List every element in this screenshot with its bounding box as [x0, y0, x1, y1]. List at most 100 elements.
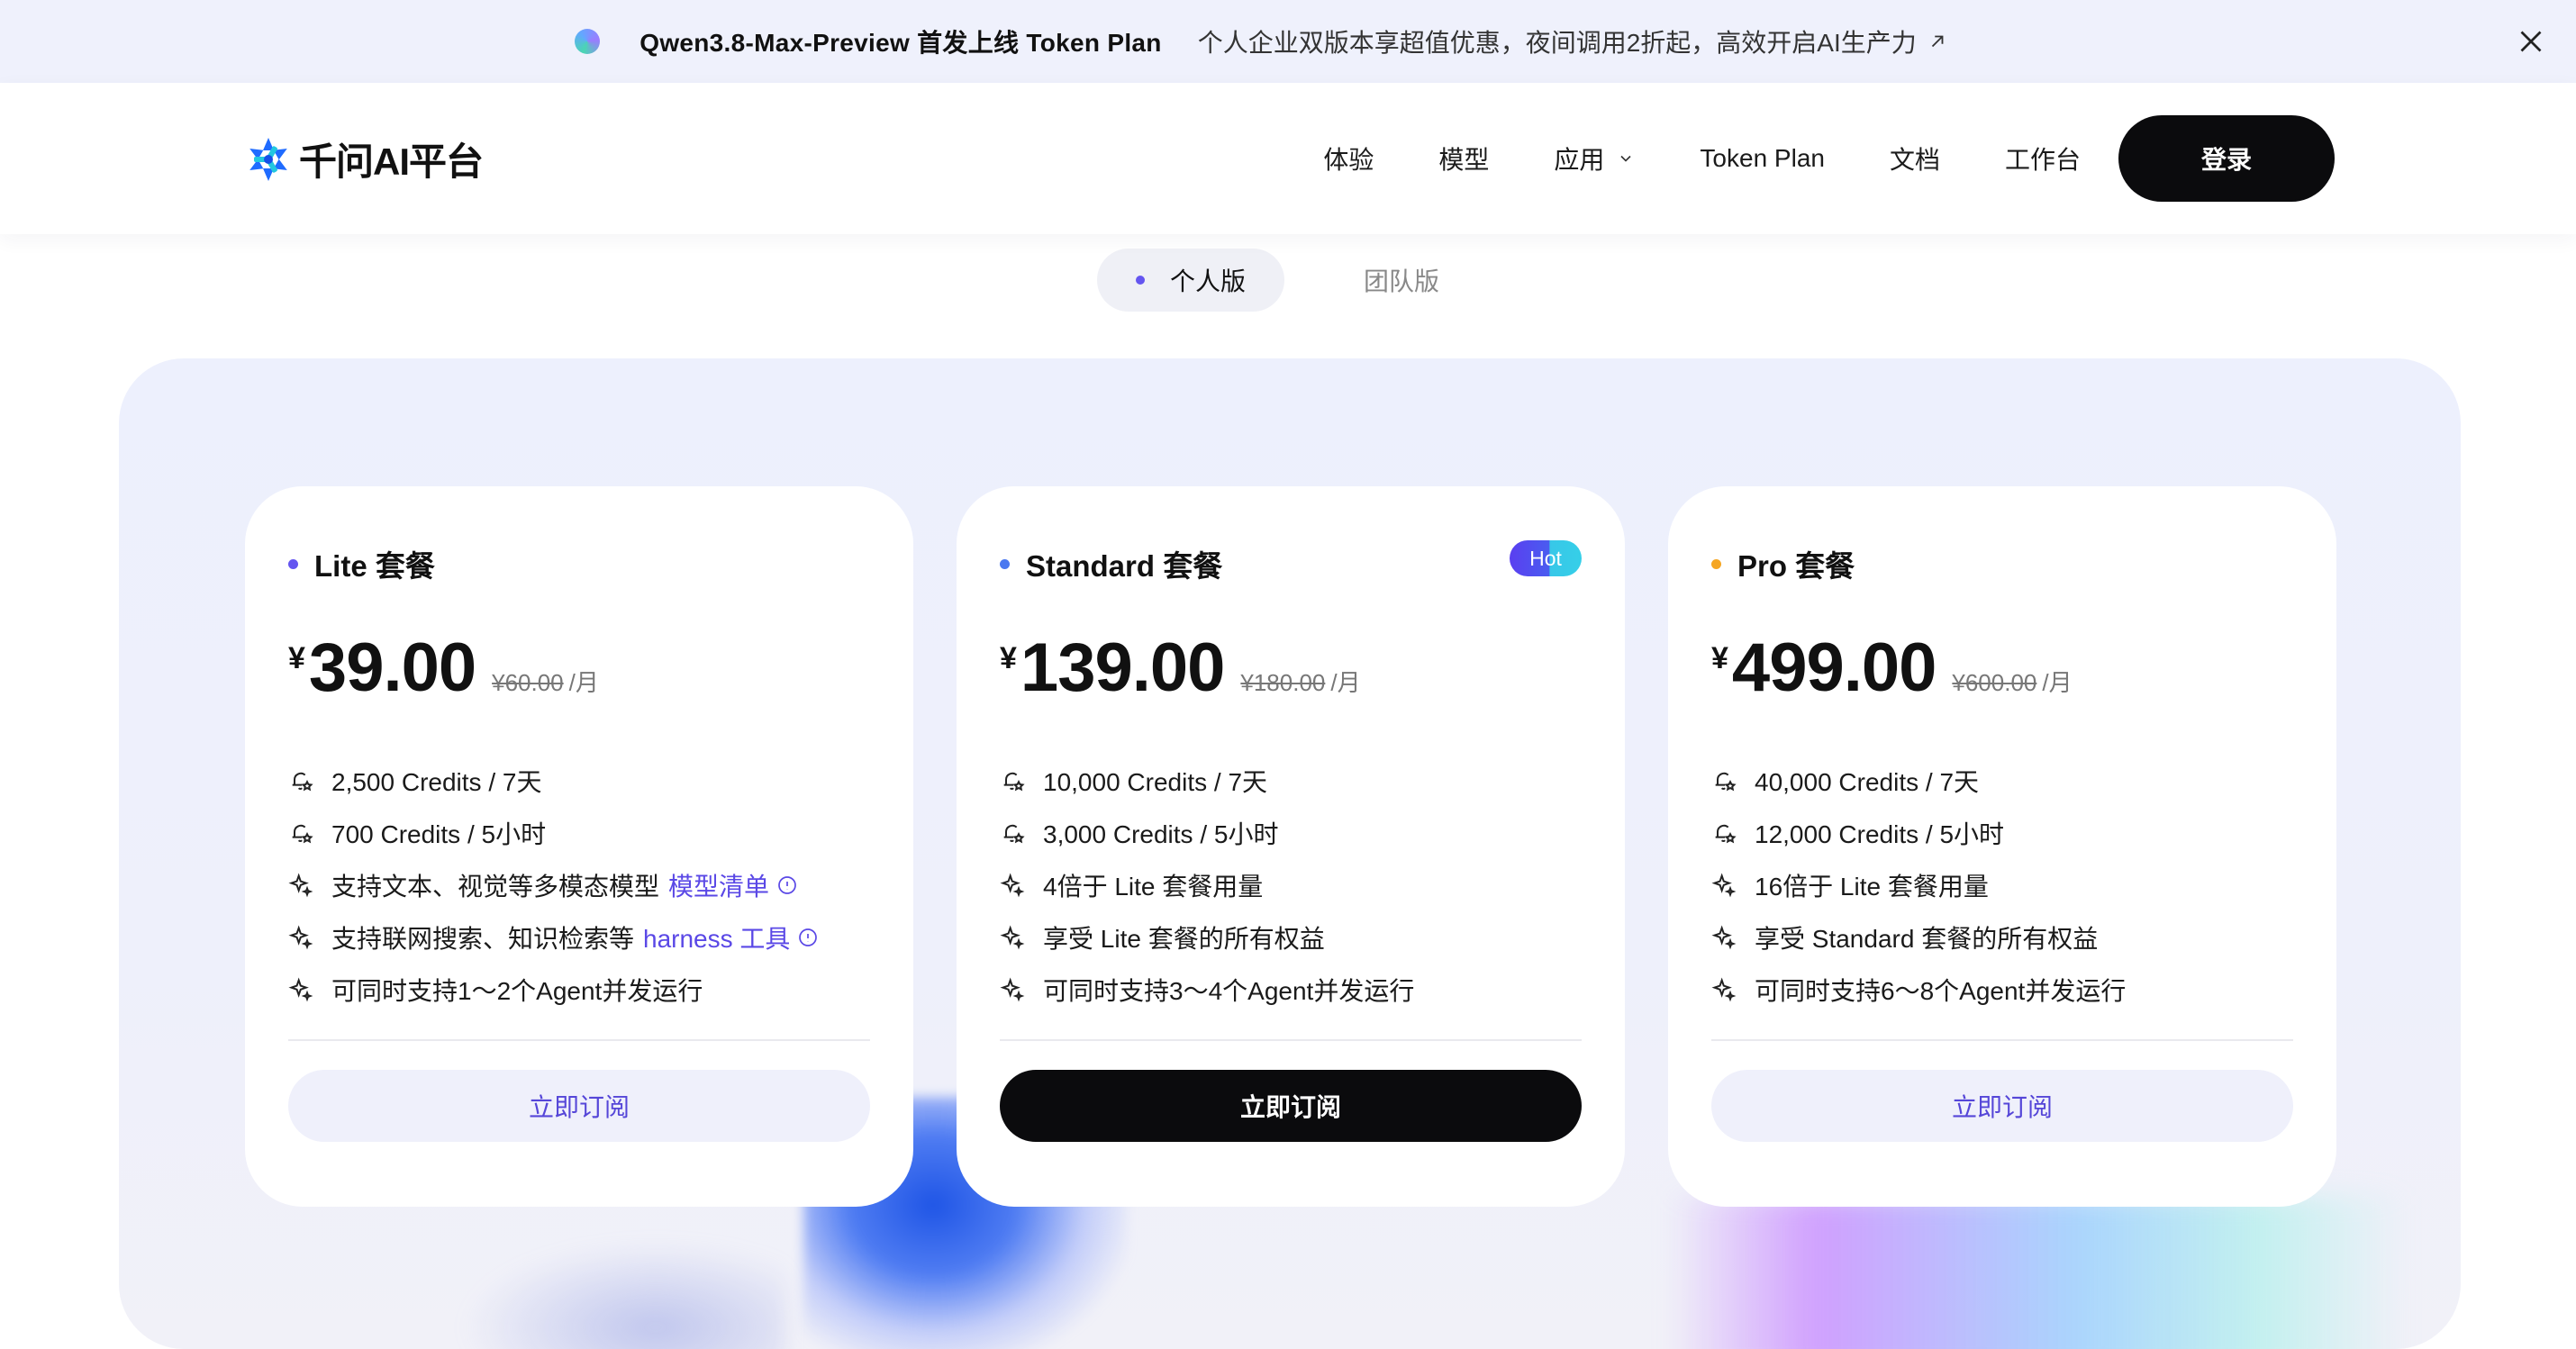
list-item: 16倍于 Lite 套餐用量 [1711, 859, 2126, 911]
price-row: ¥ 39.00 ¥60.00 /月 [288, 629, 599, 707]
qwen-orb-icon [575, 29, 601, 54]
plan-card-pro: Pro 套餐 ¥ 499.00 ¥600.00 /月 40,000 Credit… [1668, 486, 2336, 1207]
sparkle-icon [288, 873, 313, 898]
feature-text: 3,000 Credits / 5小时 [1043, 820, 1279, 848]
plan-dot [1000, 558, 1010, 569]
subscribe-button-lite[interactable]: 立即订阅 [288, 1070, 870, 1142]
chevron-down-icon [1620, 155, 1632, 162]
feature-text: 16倍于 Lite 套餐用量 [1755, 873, 1989, 901]
plan-name: Pro 套餐 [1737, 549, 1855, 583]
credits-bell-icon [1003, 772, 1025, 792]
price-unit: /月 [1330, 669, 1361, 696]
list-item: 10,000 Credits / 7天 [1000, 755, 1414, 807]
price-row: ¥ 499.00 ¥600.00 /月 [1711, 629, 2073, 707]
sparkle-icon [1000, 873, 1025, 898]
subscribe-button-standard[interactable]: 立即订阅 [1000, 1070, 1582, 1142]
tab-personal[interactable]: 个人版 [1097, 249, 1284, 312]
currency-symbol: ¥ [1711, 641, 1728, 675]
harness-tools-link[interactable]: harness 工具 [643, 919, 790, 955]
list-item: 支持文本、视觉等多模态模型 模型清单 [288, 859, 819, 911]
feature-list: 40,000 Credits / 7天 12,000 Credits / 5小时… [1711, 755, 2126, 1016]
feature-text: 可同时支持6～8个Agent并发运行 [1755, 977, 2127, 1005]
list-item: 3,000 Credits / 5小时 [1000, 807, 1414, 859]
list-item: 享受 Lite 套餐的所有权益 [1000, 911, 1414, 964]
sparkle-icon [1711, 925, 1737, 950]
info-icon[interactable] [776, 874, 798, 896]
subscribe-button-pro[interactable]: 立即订阅 [1711, 1070, 2293, 1142]
main-nav: 体验 模型 应用 Token Plan 文档 工作台 [1323, 83, 2081, 234]
credits-bell-icon [1003, 824, 1025, 844]
original-price: ¥60.00 [492, 669, 564, 696]
logo[interactable]: 千问AI平台 [243, 131, 484, 186]
price-unit: /月 [568, 669, 599, 696]
feature-text: 10,000 Credits / 7天 [1043, 768, 1268, 796]
sparkle-icon [1000, 977, 1025, 1002]
list-item: 可同时支持1～2个Agent并发运行 [288, 964, 819, 1016]
sparkle-icon [288, 925, 313, 950]
plan-card-lite: Lite 套餐 ¥ 39.00 ¥60.00 /月 2,500 Credits … [245, 486, 913, 1207]
list-item: 4倍于 Lite 套餐用量 [1000, 859, 1414, 911]
plan-header: Pro 套餐 [1711, 542, 1855, 585]
original-price: ¥180.00 [1240, 669, 1326, 696]
list-item: 享受 Standard 套餐的所有权益 [1711, 911, 2126, 964]
price-value: 139.00 [1020, 629, 1225, 706]
sparkle-icon [1711, 873, 1737, 898]
close-icon[interactable] [2515, 25, 2547, 58]
tab-team[interactable]: 团队版 [1364, 262, 1439, 298]
list-item: 支持联网搜索、知识检索等 harness 工具 [288, 911, 819, 964]
feature-text: 支持联网搜索、知识检索等 [331, 925, 635, 953]
nav-models[interactable]: 模型 [1438, 140, 1489, 177]
nav-token-plan[interactable]: Token Plan [1700, 144, 1825, 173]
currency-symbol: ¥ [288, 641, 305, 675]
logo-text: 千问AI平台 [299, 140, 484, 183]
decorative-glow [1668, 1196, 2407, 1349]
feature-text: 享受 Standard 套餐的所有权益 [1755, 925, 2099, 953]
divider [1000, 1039, 1582, 1041]
qwen-logo-icon [249, 137, 287, 181]
feature-list: 10,000 Credits / 7天 3,000 Credits / 5小时 … [1000, 755, 1414, 1016]
info-icon[interactable] [797, 927, 819, 948]
plan-name: Lite 套餐 [314, 549, 435, 583]
nav-workbench[interactable]: 工作台 [2005, 140, 2081, 177]
nav-docs[interactable]: 文档 [1890, 140, 1940, 177]
list-item: 12,000 Credits / 5小时 [1711, 807, 2126, 859]
price-value: 499.00 [1731, 629, 1937, 706]
credits-bell-icon [292, 824, 313, 844]
list-item: 700 Credits / 5小时 [288, 807, 819, 859]
tab-personal-label: 个人版 [1169, 267, 1246, 295]
price-unit: /月 [2042, 669, 2073, 696]
credits-bell-icon [1715, 772, 1737, 792]
arrow-up-right-icon [1931, 35, 1944, 48]
original-price: ¥600.00 [1952, 669, 2037, 696]
sparkle-icon [288, 977, 313, 1002]
plan-dot [1711, 558, 1721, 569]
feature-text: 4倍于 Lite 套餐用量 [1043, 873, 1264, 901]
plan-name: Standard 套餐 [1026, 549, 1223, 583]
decorative-glow [461, 1241, 785, 1349]
list-item: 40,000 Credits / 7天 [1711, 755, 2126, 807]
feature-text: 2,500 Credits / 7天 [331, 768, 542, 796]
announcement-link[interactable]: Qwen3.8-Max-Preview 首发上线 Token Plan 个人企业… [575, 23, 1947, 59]
hot-badge: Hot [1510, 540, 1582, 576]
plan-card-standard: Standard 套餐 Hot ¥ 139.00 ¥180.00 /月 10,0… [957, 486, 1625, 1207]
announcement-title: Qwen3.8-Max-Preview 首发上线 Token Plan [639, 29, 1162, 57]
announcement-bar: Qwen3.8-Max-Preview 首发上线 Token Plan 个人企业… [0, 0, 2576, 83]
list-item: 2,500 Credits / 7天 [288, 755, 819, 807]
nav-apps-label: 应用 [1554, 146, 1605, 174]
currency-symbol: ¥ [1000, 641, 1017, 675]
nav-experience[interactable]: 体验 [1323, 140, 1374, 177]
nav-apps[interactable]: 应用 [1554, 140, 1635, 177]
model-list-link[interactable]: 模型清单 [668, 867, 769, 903]
list-item: 可同时支持3～4个Agent并发运行 [1000, 964, 1414, 1016]
feature-text: 40,000 Credits / 7天 [1755, 768, 1980, 796]
site-header: 千问AI平台 体验 模型 应用 Token Plan 文档 工作台 登录 [0, 83, 2576, 234]
announcement-description: 个人企业双版本享超值优惠，夜间调用2折起，高效开启AI生产力 [1197, 29, 1917, 57]
feature-text: 可同时支持1～2个Agent并发运行 [331, 977, 703, 1005]
feature-list: 2,500 Credits / 7天 700 Credits / 5小时 支持文… [288, 755, 819, 1016]
feature-text: 支持文本、视觉等多模态模型 [331, 873, 660, 901]
plan-dot [288, 558, 298, 569]
login-button[interactable]: 登录 [2118, 115, 2335, 202]
edition-tabs: 个人版 团队版 [1097, 249, 1439, 312]
feature-text: 可同时支持3～4个Agent并发运行 [1043, 977, 1415, 1005]
price-value: 39.00 [308, 629, 476, 706]
